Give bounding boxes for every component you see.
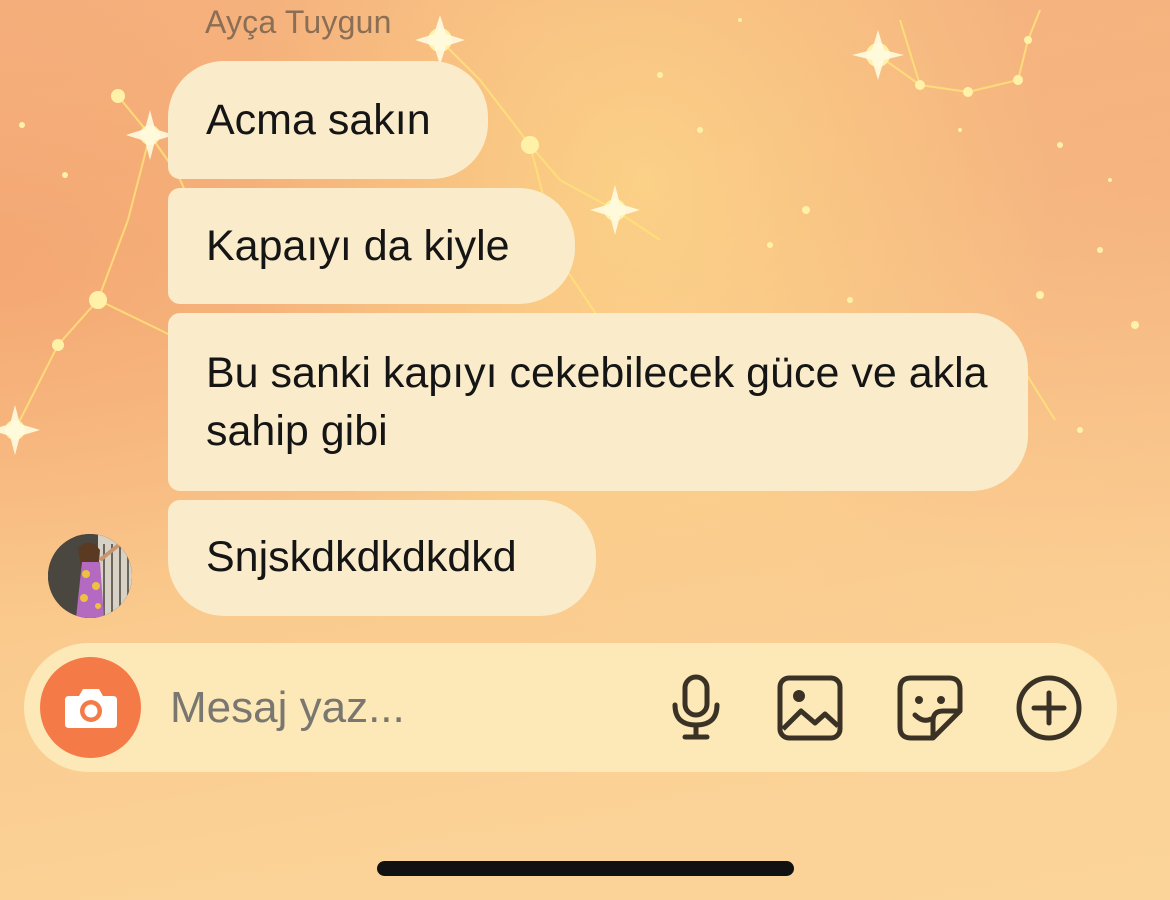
sender-name: Ayça Tuygun [205, 4, 392, 40]
avatar-image [48, 534, 132, 618]
sticker-icon [897, 675, 963, 741]
message-composer: Mesaj yaz... [24, 643, 1117, 772]
camera-button[interactable] [40, 657, 141, 758]
microphone-icon [672, 674, 720, 740]
message-bubble[interactable]: Kapaıyı da kiyle [168, 188, 575, 304]
camera-icon [64, 688, 117, 728]
gallery-button[interactable] [775, 673, 845, 743]
plus-circle-icon [1016, 675, 1082, 741]
message-input[interactable]: Mesaj yaz... [170, 683, 405, 733]
message-bubble[interactable]: Acma sakın [168, 61, 488, 179]
gallery-icon [777, 675, 843, 741]
microphone-button[interactable] [661, 673, 731, 743]
message-bubble[interactable]: Snjskdkdkdkdkd [168, 500, 596, 616]
more-button[interactable] [1014, 673, 1084, 743]
message-bubble[interactable]: Bu sanki kapıyı cekebilecek güce ve akla… [168, 313, 1028, 491]
sender-avatar[interactable] [48, 534, 132, 618]
home-indicator[interactable] [377, 861, 794, 876]
sticker-button[interactable] [895, 673, 965, 743]
